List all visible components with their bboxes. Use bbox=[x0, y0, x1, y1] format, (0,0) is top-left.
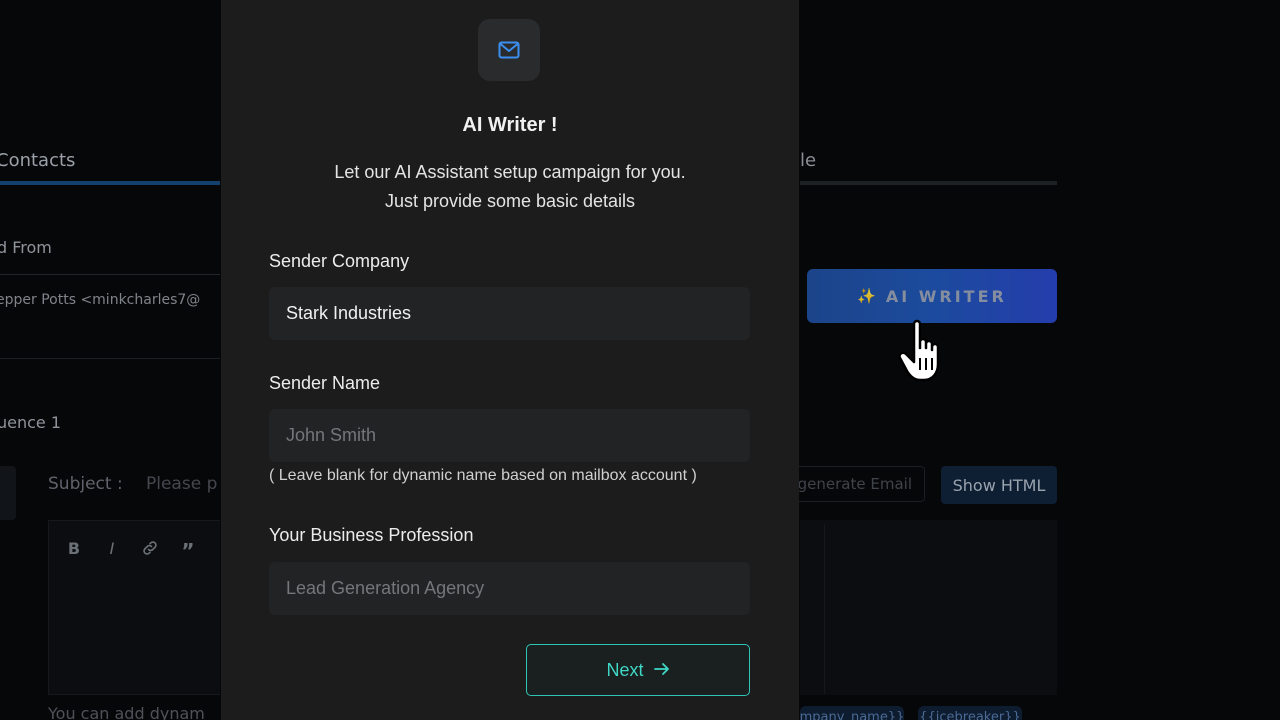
link-icon[interactable] bbox=[140, 539, 160, 563]
send-from-select[interactable]: epper Potts <minkcharles7@ bbox=[0, 292, 200, 308]
divider bbox=[0, 358, 220, 359]
mail-icon bbox=[478, 19, 540, 81]
sender-name-input[interactable]: John Smith bbox=[269, 409, 750, 462]
ai-writer-modal: AI Writer ! Let our AI Assistant setup c… bbox=[221, 0, 799, 720]
helper-text: You can add dynam bbox=[48, 704, 205, 720]
sparkle-icon: ✨ bbox=[857, 287, 876, 305]
ai-writer-button[interactable]: ✨ AI WRITER bbox=[807, 269, 1057, 323]
active-tab-indicator bbox=[0, 181, 220, 185]
modal-subtitle: Let our AI Assistant setup campaign for … bbox=[221, 158, 799, 216]
editor-toolbar: B I ” bbox=[64, 539, 198, 563]
sequence-label: uence 1 bbox=[0, 413, 62, 432]
next-label: Next bbox=[606, 659, 644, 680]
variable-chip[interactable]: {{icebreaker}} bbox=[918, 706, 1022, 720]
sender-name-label: Sender Name bbox=[269, 373, 381, 393]
subject-input[interactable]: Please p bbox=[146, 474, 220, 494]
preview-panel bbox=[800, 520, 1057, 695]
subtitle-line: Just provide some basic details bbox=[384, 191, 636, 211]
divider bbox=[824, 524, 825, 694]
business-profession-label: Your Business Profession bbox=[269, 525, 474, 545]
business-profession-input[interactable]: Lead Generation Agency bbox=[269, 562, 750, 615]
screen: Contacts le d From epper Potts <minkchar… bbox=[0, 0, 1280, 720]
send-from-label: d From bbox=[0, 238, 52, 257]
sender-company-input[interactable]: Stark Industries bbox=[269, 287, 750, 340]
sender-company-label: Sender Company bbox=[269, 251, 410, 271]
tab-schedule[interactable]: le bbox=[800, 150, 816, 171]
subtitle-line: Let our AI Assistant setup campaign for … bbox=[334, 162, 686, 182]
next-button[interactable]: Next bbox=[526, 644, 750, 696]
sequence-sidebar-card[interactable] bbox=[0, 466, 16, 520]
tab-contacts[interactable]: Contacts bbox=[0, 150, 75, 171]
bold-icon[interactable]: B bbox=[64, 539, 84, 563]
tab-divider bbox=[800, 181, 1057, 185]
modal-title: AI Writer ! bbox=[462, 114, 558, 136]
divider bbox=[0, 274, 220, 275]
subject-label: Subject : bbox=[48, 474, 123, 494]
regenerate-email-button[interactable]: generate Email bbox=[786, 466, 925, 502]
hand-cursor-icon bbox=[898, 318, 960, 386]
ai-writer-label: AI WRITER bbox=[885, 286, 1007, 306]
show-html-button[interactable]: Show HTML bbox=[941, 466, 1057, 504]
quote-icon[interactable]: ” bbox=[178, 539, 198, 563]
italic-icon[interactable]: I bbox=[102, 539, 122, 563]
variable-chip[interactable]: mpany_name}} bbox=[800, 706, 904, 720]
sender-name-hint: ( Leave blank for dynamic name based on … bbox=[269, 467, 697, 484]
arrow-right-icon bbox=[653, 660, 670, 681]
